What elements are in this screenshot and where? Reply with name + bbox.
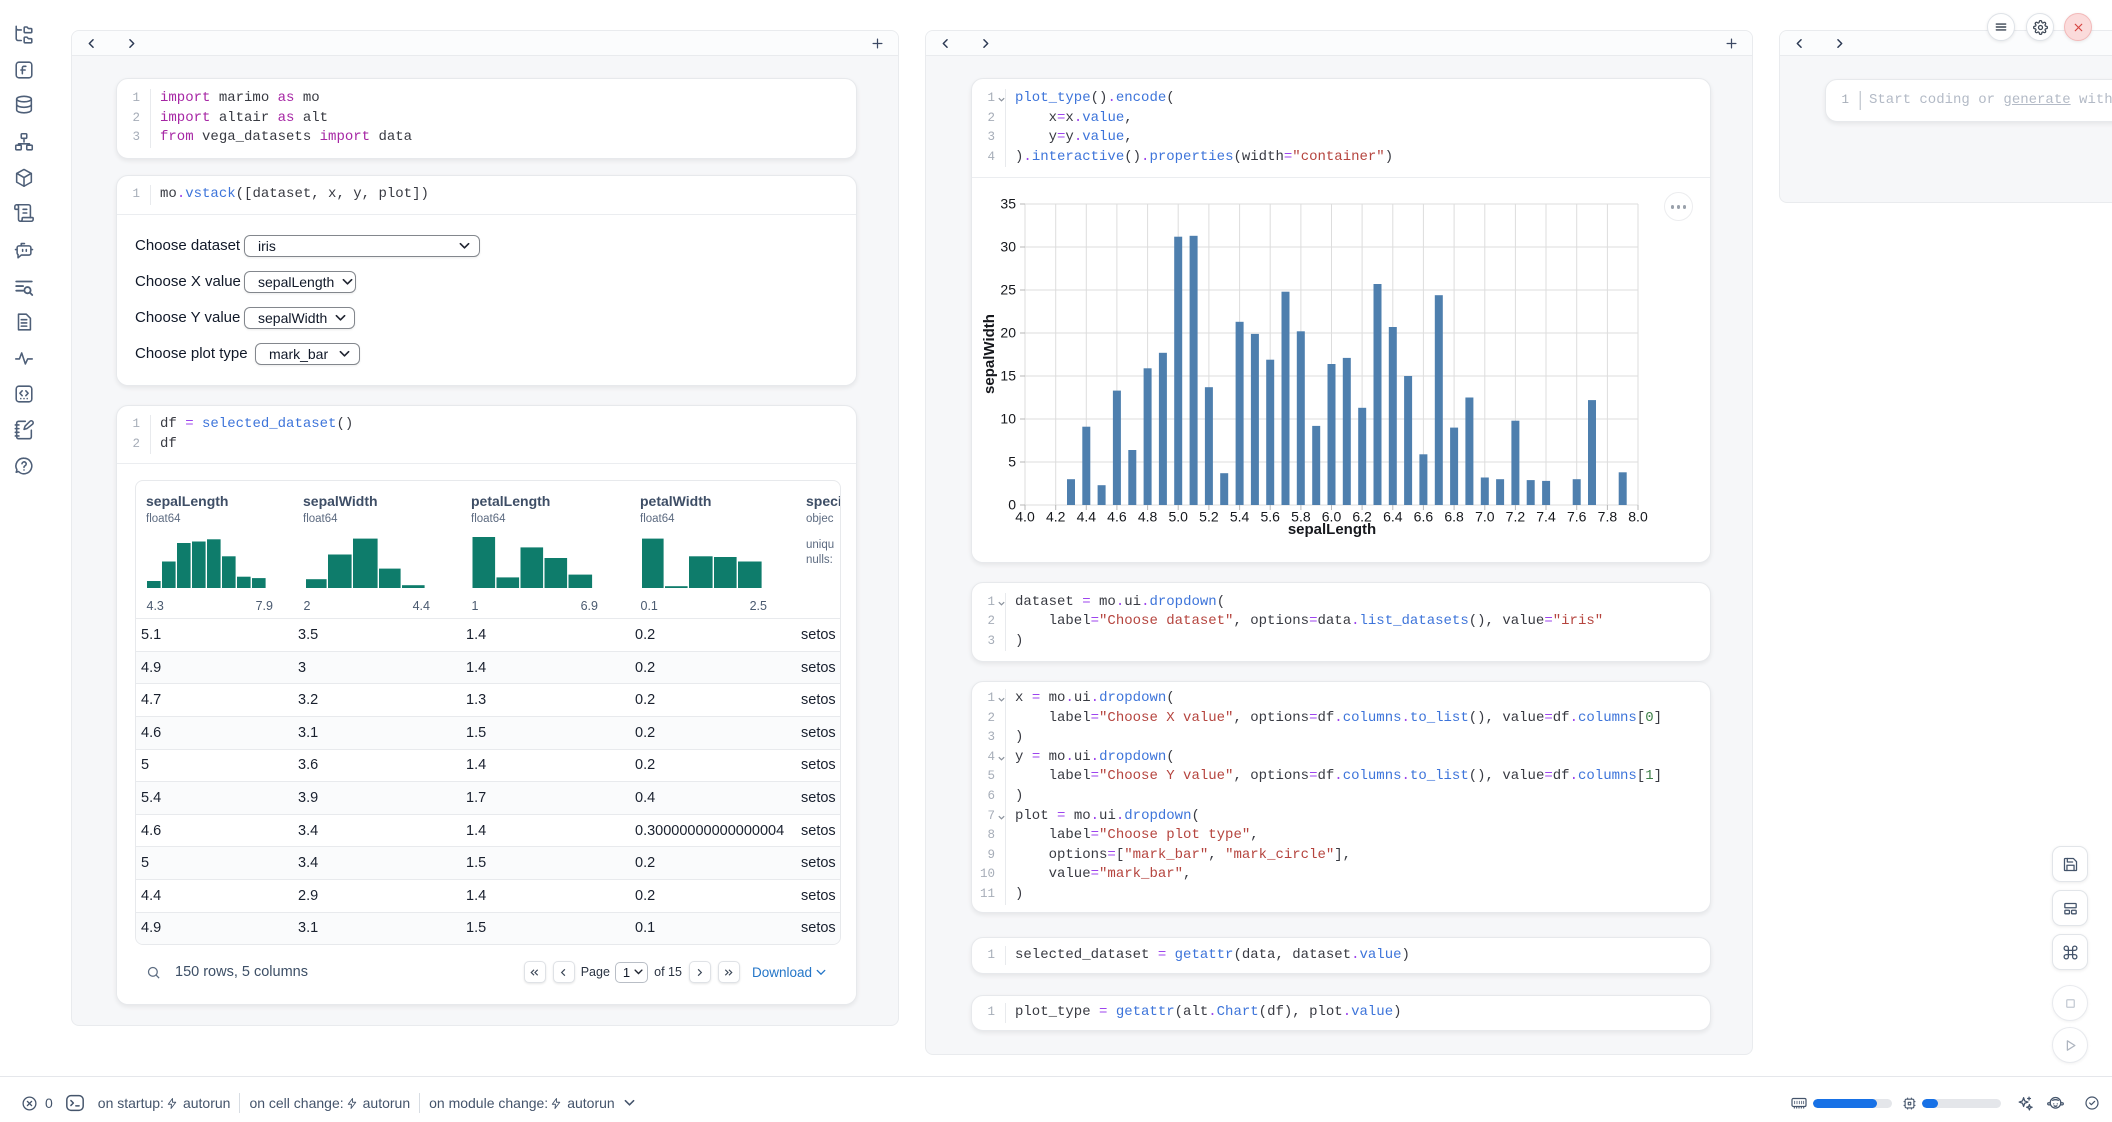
svg-text:8.0: 8.0 bbox=[1628, 509, 1648, 525]
svg-text:6.6: 6.6 bbox=[1414, 509, 1434, 525]
svg-text:4.6: 4.6 bbox=[1107, 509, 1127, 525]
svg-text:7.2: 7.2 bbox=[1506, 509, 1526, 525]
svg-text:4.4: 4.4 bbox=[1077, 509, 1097, 525]
svg-text:30: 30 bbox=[1000, 239, 1016, 255]
svg-text:5.0: 5.0 bbox=[1168, 509, 1188, 525]
svg-text:25: 25 bbox=[1000, 282, 1016, 298]
svg-text:4.8: 4.8 bbox=[1138, 509, 1158, 525]
svg-text:7.6: 7.6 bbox=[1567, 509, 1587, 525]
svg-text:5.6: 5.6 bbox=[1260, 509, 1280, 525]
svg-text:4.0: 4.0 bbox=[1015, 509, 1035, 525]
svg-text:10: 10 bbox=[1000, 411, 1016, 427]
svg-text:20: 20 bbox=[1000, 325, 1016, 341]
svg-text:5.2: 5.2 bbox=[1199, 509, 1219, 525]
svg-text:0: 0 bbox=[1008, 497, 1016, 513]
svg-text:35: 35 bbox=[1000, 196, 1016, 212]
svg-text:7.0: 7.0 bbox=[1475, 509, 1495, 525]
svg-text:7.4: 7.4 bbox=[1536, 509, 1556, 525]
svg-text:5.4: 5.4 bbox=[1230, 509, 1250, 525]
svg-text:5: 5 bbox=[1008, 454, 1016, 470]
svg-text:6.8: 6.8 bbox=[1444, 509, 1464, 525]
svg-text:sepalWidth: sepalWidth bbox=[981, 314, 998, 394]
svg-text:15: 15 bbox=[1000, 368, 1016, 384]
svg-text:4.2: 4.2 bbox=[1046, 509, 1066, 525]
svg-text:7.8: 7.8 bbox=[1598, 509, 1618, 525]
svg-text:sepalLength: sepalLength bbox=[1288, 521, 1376, 538]
svg-text:6.4: 6.4 bbox=[1383, 509, 1403, 525]
